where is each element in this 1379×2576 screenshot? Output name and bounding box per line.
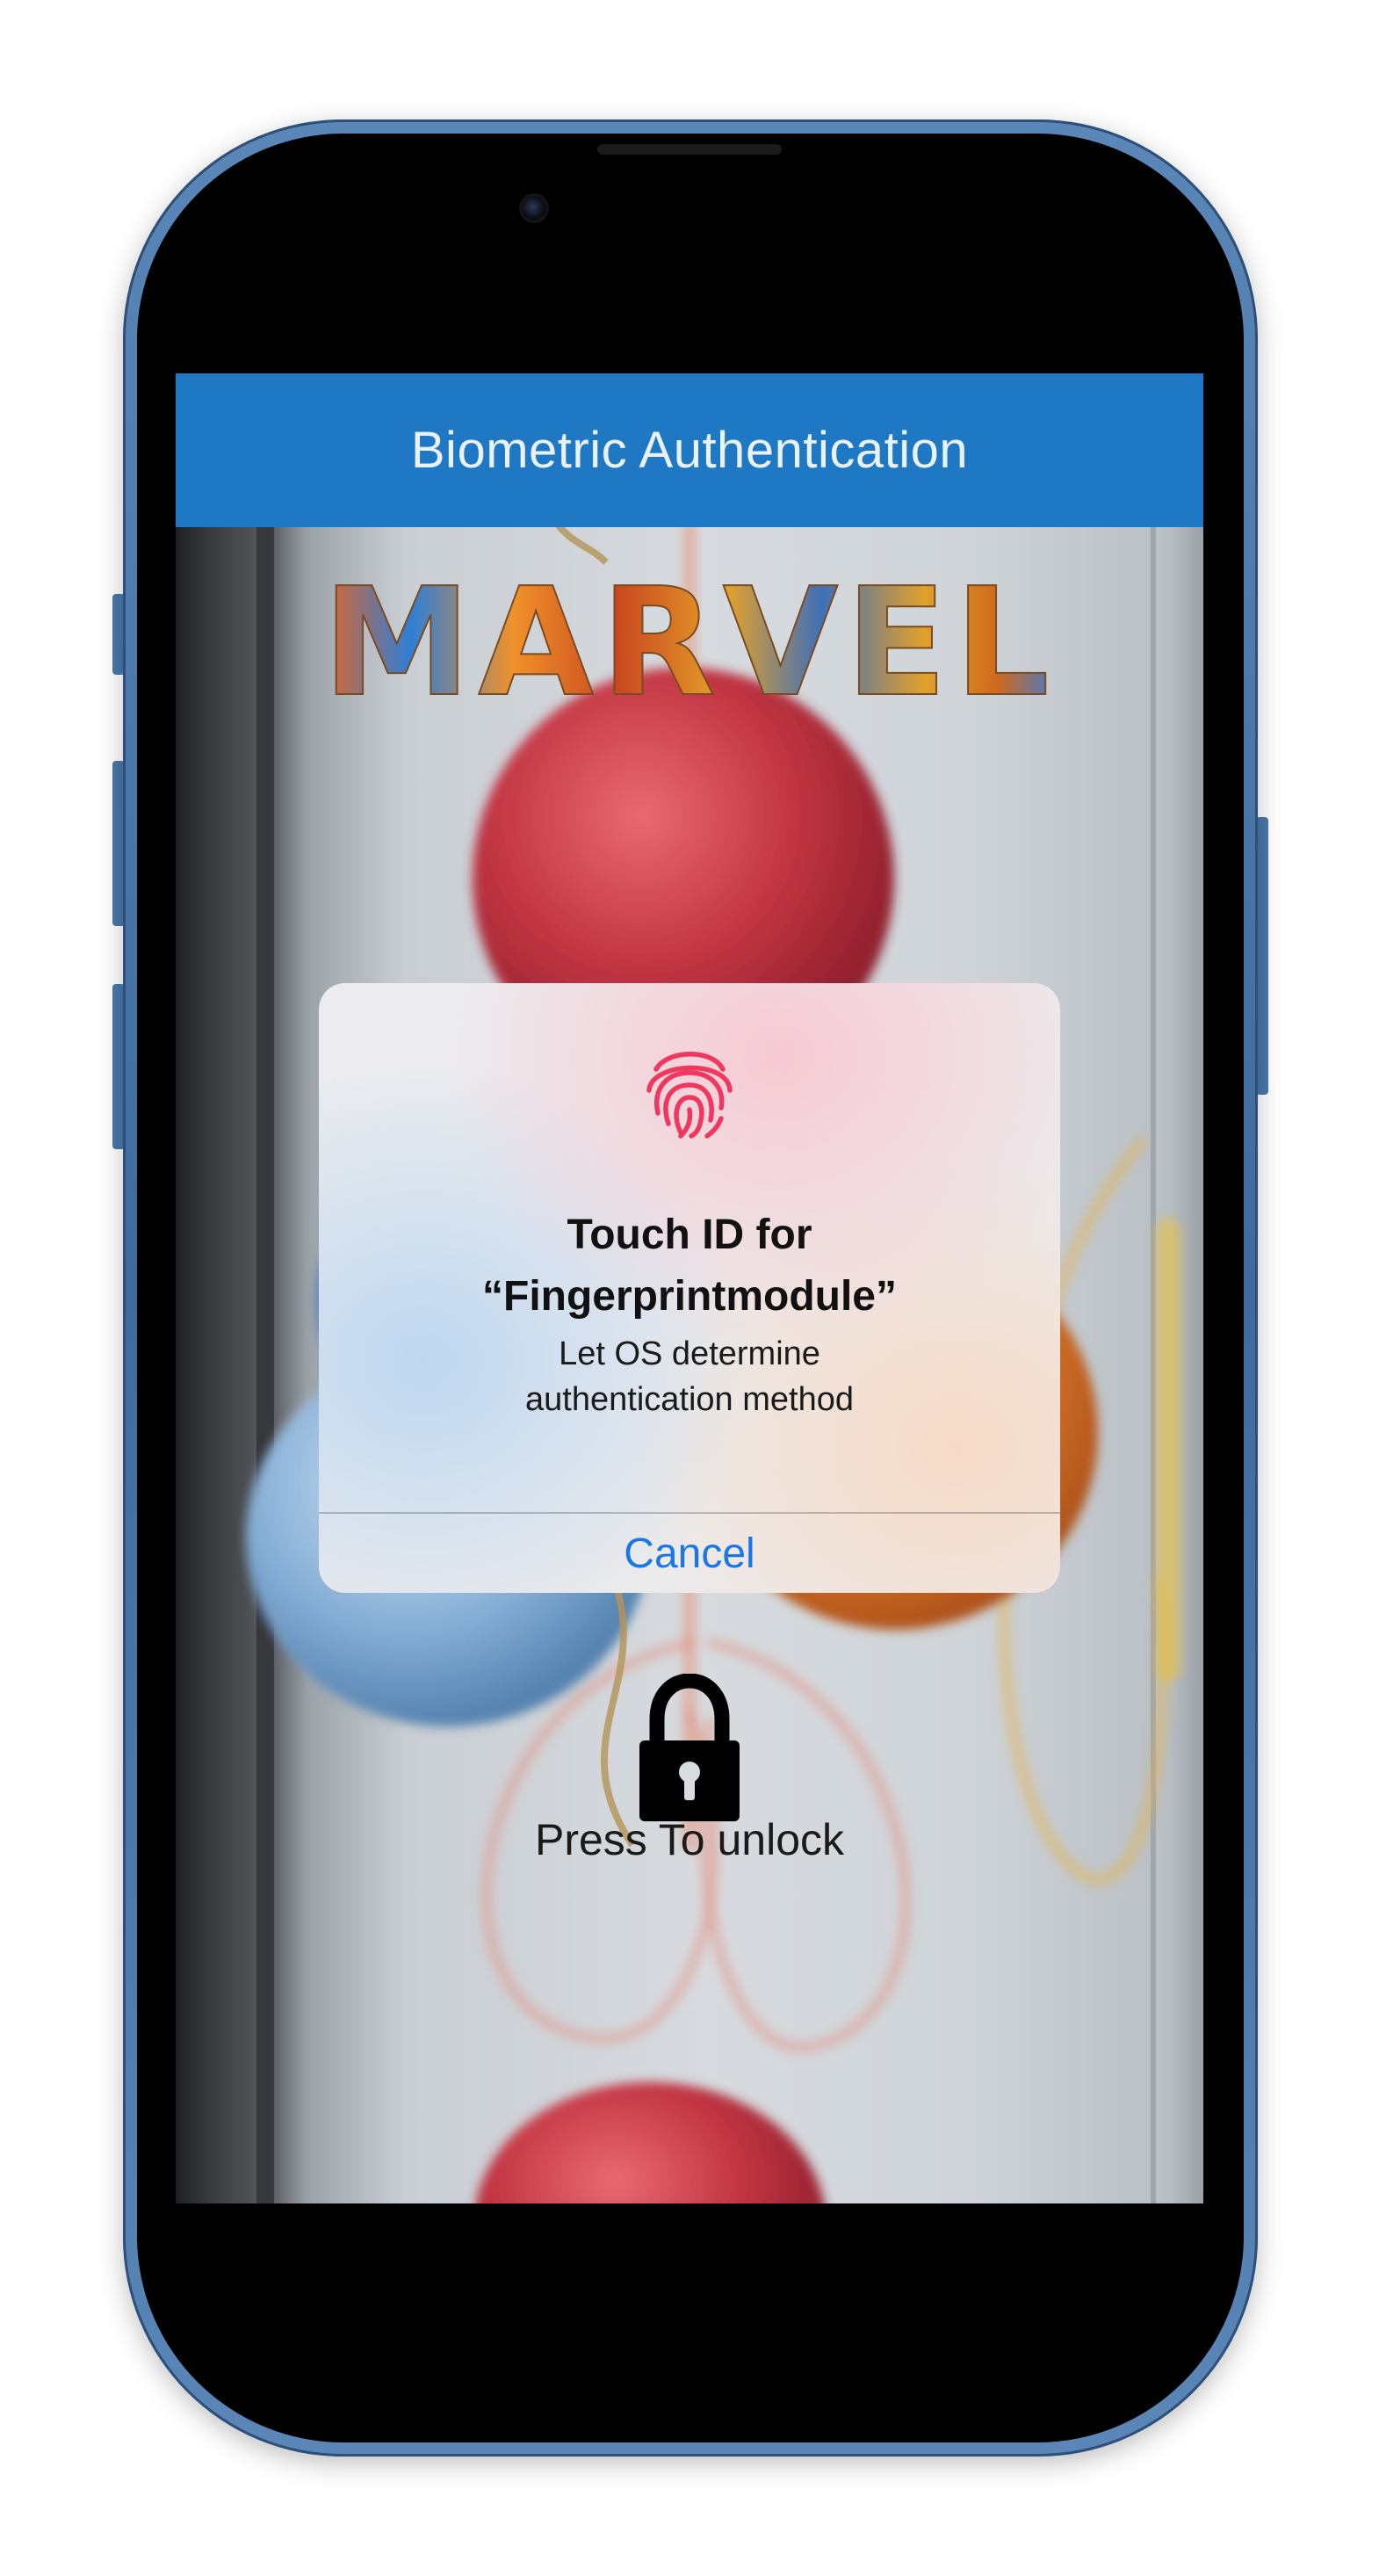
power-button [1256, 817, 1268, 1095]
lock-icon[interactable] [632, 1674, 747, 1823]
app-screen: Biometric Authentication MARVEL Press To… [176, 373, 1203, 2203]
navbar-title: Biometric Authentication [410, 422, 969, 479]
dialog-title: Touch ID for “Fingerprintmodule” [319, 1205, 1060, 1328]
earpiece-speaker [597, 144, 782, 155]
front-camera [519, 193, 549, 223]
dialog-subtitle-line1: Let OS determine [559, 1335, 820, 1372]
cancel-button[interactable]: Cancel [319, 1514, 1060, 1593]
marvel-logo: MARVEL [321, 575, 1057, 707]
dialog-subtitle-line2: authentication method [525, 1381, 854, 1418]
dialog-subtitle: Let OS determine authentication method [319, 1331, 1060, 1422]
fingerprint-icon [646, 1052, 733, 1139]
dialog-title-line2: “Fingerprintmodule” [482, 1273, 897, 1320]
touch-id-dialog: Touch ID for “Fingerprintmodule” Let OS … [319, 983, 1060, 1593]
navigation-bar: Biometric Authentication [176, 373, 1203, 527]
press-to-unlock-label[interactable]: Press To unlock [514, 1814, 865, 1865]
stage: Biometric Authentication MARVEL Press To… [0, 0, 1379, 2576]
logo-text: MARVEL [322, 575, 1057, 707]
dialog-title-line1: Touch ID for [567, 1212, 812, 1258]
